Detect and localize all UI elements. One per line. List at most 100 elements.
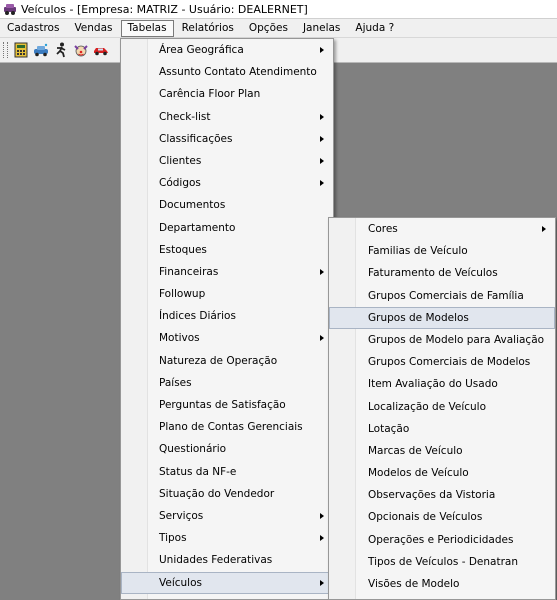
tabelas-item-indices-diarios[interactable]: Índices Diários	[121, 305, 333, 327]
submenu-arrow-icon	[320, 180, 324, 187]
menu-ajuda[interactable]: Ajuda ?	[348, 20, 401, 37]
menu-tabelas[interactable]: Tabelas	[120, 19, 174, 37]
calculator-icon[interactable]	[12, 41, 30, 59]
veiculos-item-opcionais-de-veiculos[interactable]: Opcionais de Veículos	[329, 506, 555, 528]
submenu-arrow-icon	[320, 47, 324, 53]
veiculos-item-marcas-de-veiculo[interactable]: Marcas de Veículo	[329, 440, 555, 462]
tabelas-item-questionario[interactable]: Questionário	[121, 438, 333, 460]
menu-item-label: Lotação	[368, 422, 410, 435]
veiculos-item-operacoes-e-periodicidades[interactable]: Operações e Periodicidades	[329, 529, 555, 551]
menu-item-label: Visões de Modelo	[368, 578, 460, 590]
menu-item-label: Documentos	[159, 199, 226, 212]
tabelas-item-motivos[interactable]: Motivos	[121, 327, 333, 349]
title-bar: Veículos - [Empresa: MATRIZ - Usuário: D…	[0, 0, 557, 19]
submenu-arrow-icon	[320, 535, 324, 542]
menu-item-label: Familias de Veículo	[368, 245, 468, 258]
tabelas-item-paises[interactable]: Países	[121, 372, 333, 394]
red-car-icon[interactable]	[92, 41, 110, 59]
menu-item-label: Followup	[159, 288, 206, 301]
menu-item-label: Veículos	[159, 576, 202, 589]
tabelas-item-followup[interactable]: Followup	[121, 283, 333, 305]
menu-item-label: Índices Diários	[159, 310, 236, 323]
menu-item-label: Status da NF-e	[159, 465, 237, 478]
submenu-arrow-icon	[320, 579, 324, 586]
veiculos-item-tipos-de-veiculos-denatran[interactable]: Tipos de Veículos - Denatran	[329, 551, 555, 573]
tabelas-item-perguntas-de-satisfacao[interactable]: Perguntas de Satisfação	[121, 394, 333, 416]
menu-item-label: Área Geográfica	[159, 44, 244, 56]
window-title: Veículos - [Empresa: MATRIZ - Usuário: D…	[21, 2, 308, 16]
submenu-arrow-icon	[320, 512, 324, 519]
tabelas-item-documentos[interactable]: Documentos	[121, 194, 333, 216]
menu-item-label: Assunto Contato Atendimento	[159, 66, 317, 79]
menu-item-label: Motivos	[159, 332, 200, 345]
veiculos-item-faturamento-de-veiculos[interactable]: Faturamento de Veículos	[329, 262, 555, 284]
submenu-arrow-icon	[542, 226, 546, 232]
veiculos-item-observacoes-da-vistoria[interactable]: Observações da Vistoria	[329, 484, 555, 506]
tabelas-item-assunto-contato-atendimento[interactable]: Assunto Contato Atendimento	[121, 61, 333, 83]
submenu-arrow-icon	[320, 135, 324, 142]
car-wash-icon[interactable]	[32, 41, 50, 59]
tabelas-item-tipos[interactable]: Tipos	[121, 527, 333, 549]
tabelas-item-veiculos[interactable]: Veículos	[121, 571, 333, 594]
menu-item-label: Clientes	[159, 154, 202, 167]
menu-item-label: Estoques	[159, 243, 207, 256]
tabelas-item-codigos[interactable]: Códigos	[121, 172, 333, 194]
clown-icon[interactable]	[72, 41, 90, 59]
menu-item-label: Países	[159, 376, 192, 389]
runner-icon[interactable]	[52, 41, 70, 59]
tabelas-item-clientes[interactable]: Clientes	[121, 150, 333, 172]
veiculos-item-item-avaliacao-do-usado[interactable]: Item Avaliação do Usado	[329, 373, 555, 395]
menu-item-label: Carência Floor Plan	[159, 88, 261, 101]
veiculos-item-grupos-comerciais-de-modelos[interactable]: Grupos Comerciais de Modelos	[329, 351, 555, 373]
submenu-arrow-icon	[320, 157, 324, 164]
tabelas-item-financeiras[interactable]: Financeiras	[121, 261, 333, 283]
app-icon[interactable]	[3, 2, 17, 16]
submenu-arrow-icon	[320, 268, 324, 275]
menu-item-label: Natureza de Operação	[159, 354, 278, 367]
menu-janelas[interactable]: Janelas	[296, 20, 347, 37]
menu-item-label: Grupos de Modelo para Avaliação	[368, 333, 545, 346]
tabelas-item-check-list[interactable]: Check-list	[121, 106, 333, 128]
menu-item-label: Opcionais de Veículos	[368, 511, 483, 524]
veiculos-item-visoes-de-modelo[interactable]: Visões de Modelo	[329, 573, 555, 595]
menu-item-label: Classificações	[159, 132, 233, 145]
tabelas-item-servicos[interactable]: Serviços	[121, 505, 333, 527]
tabelas-item-situacao-do-vendedor[interactable]: Situação do Vendedor	[121, 483, 333, 505]
menu-item-label: Tipos de Veículos - Denatran	[368, 555, 518, 568]
toolbar-grip[interactable]	[3, 42, 8, 58]
tabelas-item-natureza-de-operacao[interactable]: Natureza de Operação	[121, 350, 333, 372]
veiculos-item-familias-de-veiculo[interactable]: Familias de Veículo	[329, 240, 555, 262]
menu-item-label: Grupos de Modelos	[368, 311, 469, 324]
menu-relatorios[interactable]: Relatórios	[175, 20, 241, 37]
veiculos-item-localizacao-de-veiculo[interactable]: Localização de Veículo	[329, 396, 555, 418]
tabelas-item-classificacoes[interactable]: Classificações	[121, 128, 333, 150]
menu-item-label: Financeiras	[159, 265, 219, 278]
menu-vendas[interactable]: Vendas	[67, 20, 119, 37]
menu-item-label: Grupos Comerciais de Família	[368, 289, 524, 302]
menu-item-label: Modelos de Veículo	[368, 467, 469, 480]
veiculos-item-modelos-de-veiculo[interactable]: Modelos de Veículo	[329, 462, 555, 484]
menu-item-label: Faturamento de Veículos	[368, 267, 498, 280]
veiculos-item-cores[interactable]: Cores	[329, 218, 555, 240]
tabelas-item-status-da-nf-e[interactable]: Status da NF-e	[121, 461, 333, 483]
menu-bar: Cadastros Vendas Tabelas Relatórios Opçõ…	[0, 19, 557, 38]
menu-item-label: Localização de Veículo	[368, 400, 487, 413]
submenu-arrow-icon	[320, 335, 324, 342]
menu-item-label: Códigos	[159, 177, 201, 190]
tabelas-item-unidades-federativas[interactable]: Unidades Federativas	[121, 549, 333, 571]
veiculos-item-grupos-comerciais-de-familia[interactable]: Grupos Comerciais de Família	[329, 285, 555, 307]
menu-item-label: Serviços	[159, 509, 204, 522]
menu-item-label: Observações da Vistoria	[368, 489, 496, 502]
veiculos-item-grupos-de-modelos[interactable]: Grupos de Modelos	[329, 306, 555, 329]
submenu-arrow-icon	[320, 113, 324, 120]
tabelas-item-area-geografica[interactable]: Área Geográfica	[121, 39, 333, 61]
menu-cadastros[interactable]: Cadastros	[0, 20, 66, 37]
menu-item-label: Grupos Comerciais de Modelos	[368, 356, 531, 369]
menu-opcoes[interactable]: Opções	[242, 20, 295, 37]
tabelas-item-plano-de-contas-gerenciais[interactable]: Plano de Contas Gerenciais	[121, 416, 333, 438]
veiculos-item-grupos-de-modelo-para-avaliacao[interactable]: Grupos de Modelo para Avaliação	[329, 329, 555, 351]
veiculos-item-lotacao[interactable]: Lotação	[329, 418, 555, 440]
tabelas-item-carencia-floor-plan[interactable]: Carência Floor Plan	[121, 83, 333, 105]
tabelas-item-estoques[interactable]: Estoques	[121, 239, 333, 261]
tabelas-item-departamento[interactable]: Departamento	[121, 217, 333, 239]
